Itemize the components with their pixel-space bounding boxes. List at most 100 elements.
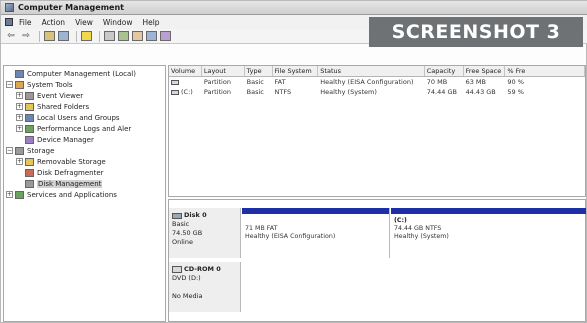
tree-item-event-viewer[interactable]: + Event Viewer (6, 90, 163, 101)
column-header-file-system[interactable]: File System (273, 66, 319, 76)
column-header-type[interactable]: Type (245, 66, 273, 76)
disk-management-icon (25, 179, 34, 188)
tree-item-label: Removable Storage (37, 157, 106, 166)
disk-size: 74.50 GB (172, 229, 203, 237)
column-header-layout[interactable]: Layout (202, 66, 245, 76)
column-header-capacity[interactable]: Capacity (425, 66, 464, 76)
file-system-cell: NTFS (274, 88, 292, 96)
capacity-cell: 70 MB (426, 78, 448, 86)
tree-item-local-users[interactable]: + Local Users and Groups (6, 112, 163, 123)
back-button[interactable]: ⇦ (5, 31, 17, 42)
system-menu-icon[interactable] (5, 18, 13, 26)
partition-block[interactable]: (C:) 74.44 GB NTFS Healthy (System) (391, 208, 586, 258)
partition-size-fs: 71 MB FAT (245, 225, 278, 232)
partition-status: Healthy (EISA Configuration) (245, 233, 336, 240)
partition-size-fs: 74.44 GB NTFS (394, 225, 442, 232)
expand-icon[interactable]: + (16, 158, 23, 165)
expand-icon[interactable]: + (16, 125, 23, 132)
tree-item-services-applications[interactable]: + Services and Applications (6, 189, 163, 200)
volume-row[interactable]: (C:) Partition Basic NTFS Healthy (Syste… (169, 87, 585, 97)
tree-item-label: Device Manager (37, 135, 94, 144)
hard-disk-icon (172, 212, 182, 219)
tree-item-computer-management[interactable]: Computer Management (Local) (6, 68, 163, 79)
collapse-icon[interactable]: − (6, 81, 13, 88)
file-system-cell: FAT (274, 78, 286, 86)
disk-row[interactable]: CD-ROM 0 DVD (D:) No Media (169, 262, 587, 312)
toolbar-separator (39, 30, 40, 42)
tree-item-label: System Tools (27, 80, 73, 89)
properties-icon[interactable] (81, 31, 92, 41)
column-header-volume[interactable]: Volume (169, 66, 202, 76)
search-icon[interactable] (146, 31, 157, 41)
percent-free-cell: 59 % (507, 88, 524, 96)
event-viewer-icon (25, 91, 34, 100)
tree-item-system-tools[interactable]: − System Tools (6, 79, 163, 90)
free-space-cell: 63 MB (465, 78, 486, 86)
menu-view[interactable]: View (75, 18, 93, 27)
tree-item-performance-logs[interactable]: + Performance Logs and Aler (6, 123, 163, 134)
tree-item-removable-storage[interactable]: + Removable Storage (6, 156, 163, 167)
partition-block[interactable]: 71 MB FAT Healthy (EISA Configuration) (242, 208, 390, 258)
help-icon[interactable] (104, 31, 115, 41)
partition-status: Healthy (System) (394, 233, 449, 240)
settings-icon[interactable] (160, 31, 171, 41)
storage-icon (15, 146, 24, 155)
volume-row[interactable]: Partition Basic FAT Healthy (EISA Config… (169, 77, 585, 87)
view-icon[interactable] (118, 31, 129, 41)
services-icon (15, 190, 24, 199)
disk-name: CD-ROM 0 (184, 265, 221, 273)
tree-item-label: Shared Folders (37, 102, 90, 111)
disk-label[interactable]: CD-ROM 0 DVD (D:) No Media (169, 262, 241, 312)
console-tree: Computer Management (Local) − System Too… (3, 65, 166, 322)
layout-cell: Partition (203, 88, 231, 96)
menu-file[interactable]: File (19, 18, 32, 27)
column-header-free-space[interactable]: Free Space (464, 66, 506, 76)
shared-folder-icon (25, 102, 34, 111)
volume-icon (171, 89, 179, 95)
disk-type: Basic (172, 220, 190, 228)
tree-item-device-manager[interactable]: Device Manager (6, 134, 163, 145)
open-folder-icon[interactable] (132, 31, 143, 41)
up-folder-icon[interactable] (44, 31, 55, 41)
screenshot-banner: SCREENSHOT 3 (369, 17, 583, 47)
show-hide-tree-icon[interactable] (58, 31, 69, 41)
device-manager-icon (25, 135, 34, 144)
tree-item-disk-management[interactable]: Disk Management (6, 178, 163, 189)
expand-icon[interactable]: + (16, 103, 23, 110)
disk-row[interactable]: Disk 0 Basic 74.50 GB Online 71 MB FAT H… (169, 208, 587, 258)
tree-item-label: Event Viewer (37, 91, 84, 100)
disk-type: DVD (D:) (172, 274, 201, 282)
tree-item-disk-defragmenter[interactable]: Disk Defragmenter (6, 167, 163, 178)
tools-icon (15, 80, 24, 89)
menu-help[interactable]: Help (142, 18, 159, 27)
performance-icon (25, 124, 34, 133)
column-header-status[interactable]: Status (318, 66, 425, 76)
column-header-percent-free[interactable]: % Fre (505, 66, 585, 76)
menu-window[interactable]: Window (103, 18, 133, 27)
defragmenter-icon (25, 168, 34, 177)
volume-list: Volume Layout Type File System Status Ca… (168, 65, 586, 197)
expand-icon[interactable]: + (6, 191, 13, 198)
layout-cell: Partition (203, 78, 231, 86)
status-cell: Healthy (System) (320, 88, 377, 96)
disk-name: Disk 0 (184, 211, 207, 219)
list-header: Volume Layout Type File System Status Ca… (169, 66, 585, 77)
collapse-icon[interactable]: − (6, 147, 13, 154)
forward-button[interactable]: ⇨ (20, 31, 32, 42)
computer-management-icon (5, 3, 14, 12)
menu-action[interactable]: Action (42, 18, 66, 27)
volume-cell: (C:) (169, 87, 202, 97)
tree-item-label: Disk Management (37, 179, 103, 188)
cd-rom-icon (172, 266, 182, 273)
expand-icon[interactable]: + (16, 92, 23, 99)
toolbar-separator (99, 30, 100, 42)
type-cell: Basic (246, 88, 264, 96)
tree-item-shared-folders[interactable]: + Shared Folders (6, 101, 163, 112)
disk-label[interactable]: Disk 0 Basic 74.50 GB Online (169, 208, 241, 258)
removable-storage-icon (25, 157, 34, 166)
tree-item-storage[interactable]: − Storage (6, 145, 163, 156)
expand-icon[interactable]: + (16, 114, 23, 121)
volume-icon (171, 79, 179, 85)
partition-name: (C:) (394, 217, 407, 224)
toolbar-separator (76, 30, 77, 42)
